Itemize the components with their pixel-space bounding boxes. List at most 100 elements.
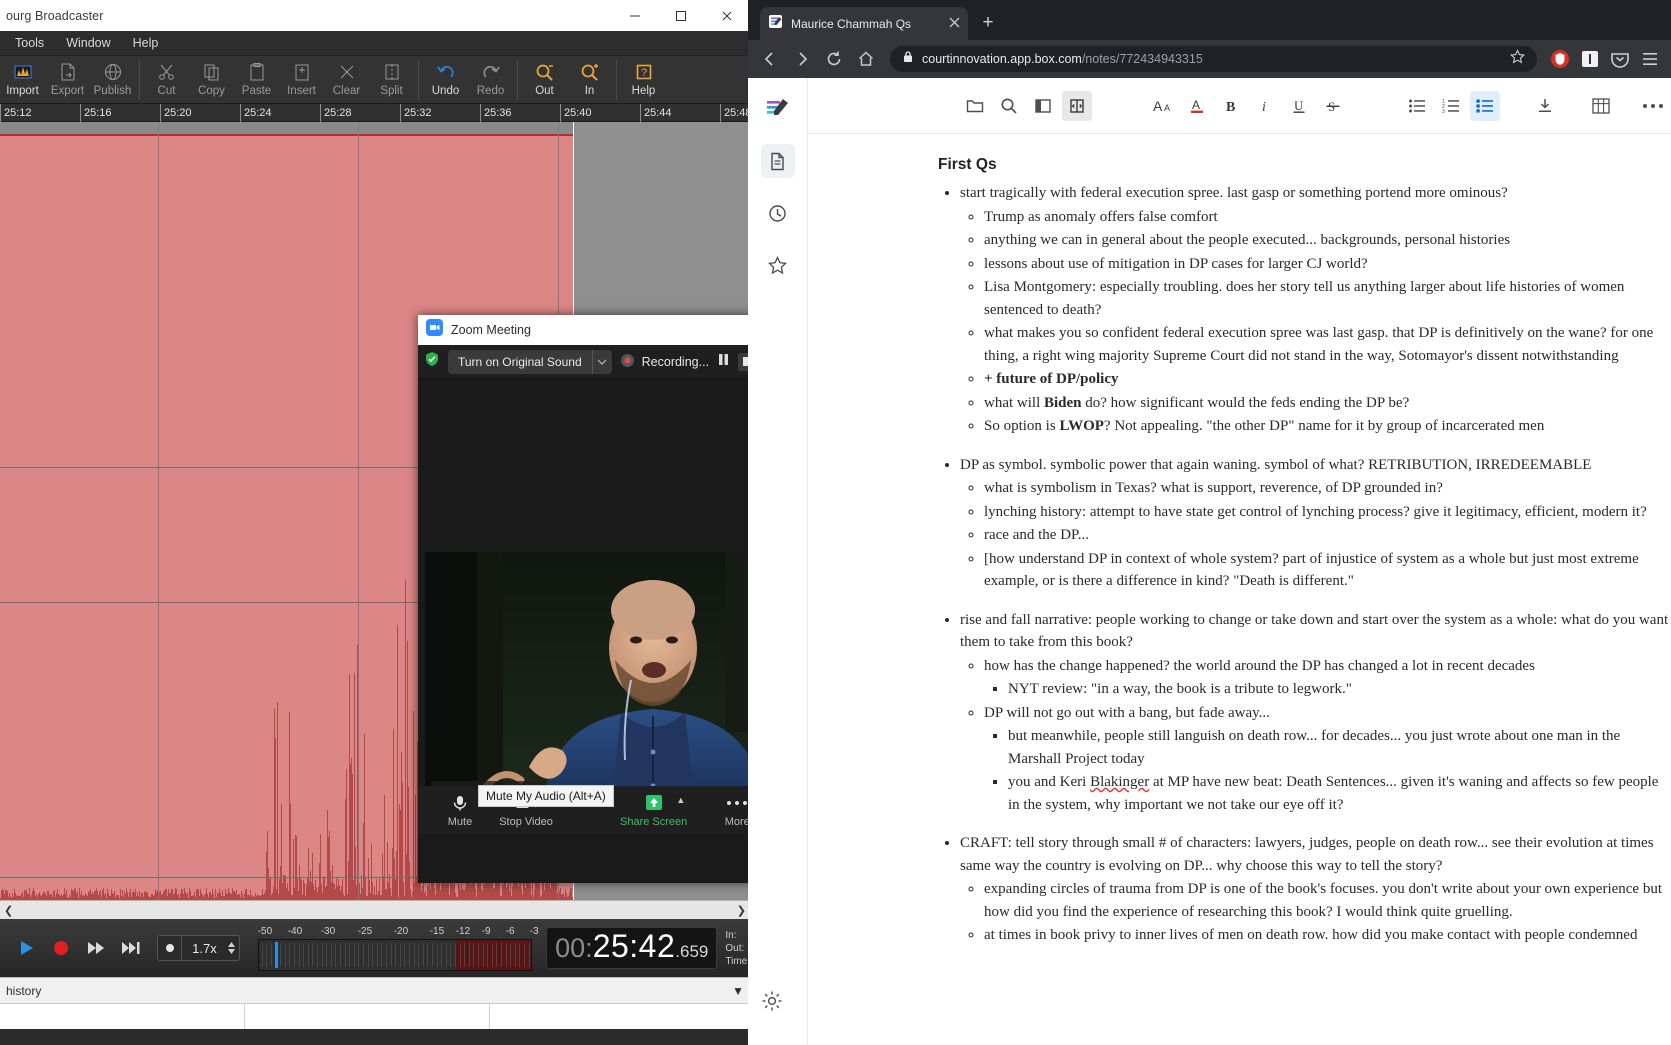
sidebar-item-favorites[interactable] <box>761 248 795 282</box>
maximize-button[interactable] <box>658 0 704 31</box>
toolbar-clear-button[interactable]: Clear <box>324 57 369 103</box>
table-icon[interactable] <box>1586 91 1616 121</box>
tab-close-icon[interactable] <box>949 15 960 33</box>
note-list-item[interactable]: you and Keri Blakinger at MP have new be… <box>1008 771 1671 816</box>
reload-icon[interactable] <box>820 45 848 73</box>
note-list-item[interactable]: what is symbolism in Texas? what is supp… <box>984 477 1671 500</box>
scroll-right-icon[interactable]: ❯ <box>737 904 746 917</box>
note-list-item[interactable]: Trump as anomaly offers false comfort <box>984 206 1671 229</box>
note-list-item[interactable]: but meanwhile, people still languish on … <box>1008 725 1671 770</box>
note-document-body[interactable]: First Qs start tragically with federal e… <box>808 134 1671 1045</box>
encryption-shield-icon[interactable] <box>424 351 440 372</box>
strikethrough-icon[interactable]: S <box>1318 91 1348 121</box>
note-list-item[interactable]: NYT review: "in a way, the book is a tri… <box>1008 678 1671 701</box>
note-list-item[interactable]: lessons about use of mitigation in DP ca… <box>984 253 1671 276</box>
note-list-item[interactable]: rise and fall narrative: people working … <box>960 609 1671 654</box>
menu-tools[interactable]: Tools <box>4 33 55 53</box>
toolbar-redo-button[interactable]: Redo <box>468 57 513 103</box>
skip-to-end-button[interactable] <box>114 930 149 966</box>
sidebar-icon[interactable] <box>1028 91 1058 121</box>
home-icon[interactable] <box>852 45 880 73</box>
back-arrow-icon[interactable] <box>756 45 784 73</box>
audio-editor-toolbar: Import Export Publish Cut Copy Paste Ins… <box>0 56 750 104</box>
new-tab-button[interactable]: + <box>974 9 1002 37</box>
toolbar-undo-button[interactable]: Undo <box>423 57 468 103</box>
toolbar-insert-button[interactable]: Insert <box>279 57 324 103</box>
note-list-item[interactable]: [how understand DP in context of whole s… <box>984 548 1671 593</box>
share-caret-icon[interactable]: ▲ <box>676 795 685 805</box>
text-color-icon[interactable]: A <box>1182 91 1212 121</box>
menu-help[interactable]: Help <box>122 33 170 53</box>
menu-window[interactable]: Window <box>55 33 121 53</box>
note-list-item[interactable]: expanding circles of trauma from DP is o… <box>984 878 1671 923</box>
font-size-icon[interactable]: AA <box>1148 91 1178 121</box>
folder-icon[interactable] <box>960 91 990 121</box>
address-bar[interactable]: courtinnovation.app.box.com/notes/772434… <box>890 46 1537 72</box>
note-list-item[interactable]: what makes you so confident federal exec… <box>984 322 1671 367</box>
pocket-extension-icon[interactable] <box>1607 46 1633 72</box>
play-button[interactable] <box>8 930 43 966</box>
close-button[interactable] <box>704 0 750 31</box>
italic-icon[interactable]: i <box>1250 91 1280 121</box>
browser-tab[interactable]: Maurice Chammah Qs <box>760 7 968 40</box>
history-panel-header[interactable]: history ▼ <box>0 977 750 1003</box>
toolbar-cut-button[interactable]: Cut <box>144 57 189 103</box>
note-list-item[interactable]: DP as symbol. symbolic power that again … <box>960 454 1671 477</box>
toolbar-split-button[interactable]: Split <box>369 57 414 103</box>
speed-stepper[interactable] <box>227 941 239 955</box>
insert-icon <box>292 59 312 84</box>
toolbar-paste-button[interactable]: Paste <box>234 57 279 103</box>
bold-icon[interactable]: B <box>1216 91 1246 121</box>
speed-toggle-icon[interactable] <box>158 936 183 960</box>
more-icon[interactable] <box>1638 91 1668 121</box>
note-list-item[interactable]: start tragically with federal execution … <box>960 182 1671 205</box>
history-dropdown-icon[interactable]: ▼ <box>732 984 744 998</box>
note-list-item[interactable]: + future of DP/policy <box>984 368 1671 391</box>
note-list-item[interactable]: what will Biden do? how significant woul… <box>984 392 1671 415</box>
share-screen-button[interactable]: ▲ Share Screen <box>620 793 687 828</box>
note-list-item[interactable]: DP will not go out with a bang, but fade… <box>984 702 1671 725</box>
gear-icon[interactable] <box>761 990 783 1017</box>
record-button[interactable] <box>43 930 78 966</box>
minimize-button[interactable] <box>612 0 658 31</box>
sidebar-item-recent[interactable] <box>761 196 795 230</box>
note-outline[interactable]: start tragically with federal execution … <box>938 182 1671 947</box>
scroll-left-icon[interactable]: ❮ <box>4 904 13 917</box>
sidebar-item-document[interactable] <box>760 144 795 178</box>
toolbar-help-button[interactable]: ? Help <box>621 57 666 103</box>
toolbar-import-button[interactable]: Import <box>0 57 45 103</box>
search-icon[interactable] <box>994 91 1024 121</box>
toolbar-zoom-in-button[interactable]: In <box>567 57 612 103</box>
note-list-item[interactable]: at times in book privy to inner lives of… <box>984 924 1671 947</box>
speed-control[interactable]: 1.7x <box>157 935 240 961</box>
timeline-ruler[interactable]: 25:12 25:16 25:20 25:24 25:28 25:32 25:3… <box>0 104 752 122</box>
toolbar-zoom-out-button[interactable]: Out <box>522 57 567 103</box>
caret-down-icon[interactable] <box>591 349 612 374</box>
checklist-icon[interactable] <box>1470 90 1500 121</box>
numbered-list-icon[interactable]: 123 <box>1436 91 1466 121</box>
toolbar-copy-button[interactable]: Copy <box>189 57 234 103</box>
bullet-list-icon[interactable] <box>1402 91 1432 121</box>
note-list-item[interactable]: lynching history: attempt to have state … <box>984 501 1671 524</box>
info-extension-icon[interactable] <box>1577 46 1603 72</box>
shield-extension-icon[interactable] <box>1547 46 1573 72</box>
note-list-item[interactable]: Lisa Montgomery: especially troubling. d… <box>984 276 1671 321</box>
bookmark-star-icon[interactable] <box>1509 49 1526 69</box>
underline-icon[interactable]: U <box>1284 91 1314 121</box>
horizontal-scrollbar[interactable]: ❮ ❯ <box>0 900 750 919</box>
toolbar-export-button[interactable]: Export <box>45 57 90 103</box>
forward-arrow-icon[interactable] <box>788 45 816 73</box>
note-list-item[interactable]: how has the change happened? the world a… <box>984 655 1671 678</box>
box-notes-logo-icon[interactable] <box>761 92 795 126</box>
panel-toggle-icon[interactable] <box>1062 90 1092 121</box>
fast-forward-button[interactable] <box>79 930 114 966</box>
note-list-item[interactable]: anything we can in general about the peo… <box>984 229 1671 252</box>
note-list-item[interactable]: CRAFT: tell story through small # of cha… <box>960 832 1671 877</box>
original-sound-button[interactable]: Turn on Original Sound <box>448 349 612 374</box>
toolbar-publish-button[interactable]: Publish <box>90 57 135 103</box>
pause-recording-button[interactable] <box>717 353 730 371</box>
indent-icon[interactable] <box>1530 91 1560 121</box>
menu-icon[interactable] <box>1637 46 1663 72</box>
note-list-item[interactable]: So option is LWOP? Not appealing. "the o… <box>984 415 1671 438</box>
note-list-item[interactable]: race and the DP... <box>984 524 1671 547</box>
